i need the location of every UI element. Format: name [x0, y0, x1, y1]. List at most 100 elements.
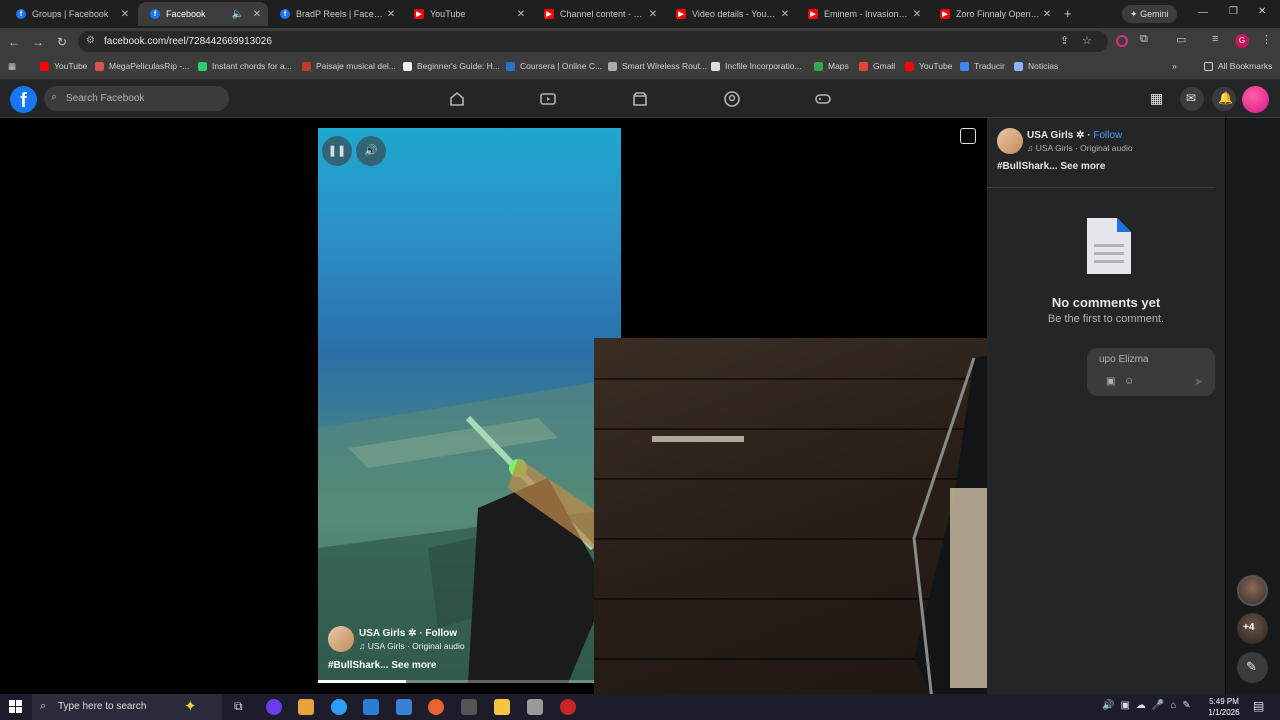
tab-youtube[interactable]: ▶ YouTube ✕	[402, 2, 532, 26]
gaming-icon[interactable]	[814, 90, 832, 108]
forward-icon[interactable]: →	[30, 34, 46, 50]
close-icon[interactable]: ✕	[778, 9, 792, 20]
profile-avatar[interactable]	[1242, 86, 1269, 113]
rail-avatar[interactable]	[1237, 575, 1268, 606]
mute-button[interactable]: 🔊	[356, 136, 386, 166]
install-icon[interactable]: ⇪	[1060, 34, 1069, 47]
menu-kebab-icon[interactable]: ⋮	[1261, 33, 1272, 46]
tab-eminem[interactable]: ▶ Eminem - Invasion (The ✕	[796, 2, 928, 26]
all-bookmarks[interactable]: All Bookmarks	[1204, 61, 1272, 71]
app-icon[interactable]	[461, 699, 477, 715]
tab-zoro[interactable]: ▶ Zoro Finnaly Opens His ✕	[928, 2, 1058, 26]
task-view-icon[interactable]: ⧉	[234, 699, 243, 714]
gemini-button[interactable]: ✦ Gemini	[1122, 5, 1177, 23]
tab-channel-content[interactable]: ▶ Channel content - YouT ✕	[532, 2, 664, 26]
author-name[interactable]: USA Girls	[359, 628, 405, 639]
bookmark-item[interactable]: Traducir	[960, 61, 1005, 71]
tab-video-details[interactable]: ▶ Video details - YouTub ✕	[664, 2, 796, 26]
windows-start-icon[interactable]	[9, 700, 23, 714]
bookmark-item[interactable]: Paisaje musical del...	[302, 61, 396, 71]
tab-facebook[interactable]: f Facebook 🔈 ✕	[138, 2, 268, 26]
send-icon[interactable]: ➤	[1194, 375, 1203, 388]
follow-button[interactable]: Follow	[425, 628, 457, 639]
close-window-button[interactable]: ✕	[1258, 6, 1266, 17]
video-icon[interactable]	[539, 90, 557, 108]
app-icon[interactable]	[298, 699, 314, 715]
restore-button[interactable]: ❐	[1229, 6, 1238, 17]
new-message-button[interactable]: ✎	[1237, 652, 1268, 683]
notification-center-icon[interactable]: ▤	[1253, 699, 1264, 713]
bookmark-item[interactable]: Gmail	[859, 61, 895, 71]
collapse-panel-icon[interactable]	[960, 128, 976, 144]
media-controls-icon[interactable]: ≡	[1212, 33, 1218, 45]
bookmark-item[interactable]: Coursera | Online C...	[506, 61, 602, 71]
reload-icon[interactable]: ↻	[54, 34, 70, 50]
file-explorer-icon[interactable]	[494, 699, 510, 715]
site-info-icon[interactable]: ⚙	[86, 35, 95, 46]
see-more-link[interactable]: See more	[1060, 161, 1105, 172]
messenger-button[interactable]: ✉	[1180, 87, 1204, 111]
back-icon[interactable]: ←	[6, 34, 22, 50]
cortana-icon[interactable]	[266, 699, 282, 715]
audio-label[interactable]: USA Girls · Original audio	[1036, 143, 1133, 153]
close-icon[interactable]: ✕	[1040, 9, 1054, 20]
bookmark-item[interactable]: YouTube	[905, 61, 952, 71]
clock[interactable]: 5:49 PM 1/1/2026	[1200, 696, 1248, 718]
sticker-icon[interactable]: ☺	[1124, 376, 1134, 387]
speaker-icon[interactable]: 🔈	[230, 9, 246, 20]
star-icon[interactable]: ☆	[1082, 34, 1092, 47]
chevron-right-icon[interactable]: »	[1172, 61, 1177, 71]
close-icon[interactable]: ✕	[250, 9, 264, 20]
audio-label[interactable]: USA Girls · Original audio	[368, 641, 465, 651]
see-more-link[interactable]: See more	[391, 660, 436, 671]
edge-icon[interactable]	[331, 699, 347, 715]
word-icon[interactable]	[363, 699, 379, 715]
tab-groups-facebook[interactable]: f Groups | Facebook ✕	[4, 2, 136, 26]
bookmark-item[interactable]: Incfile Incorporatio...	[711, 61, 802, 71]
bookmark-item[interactable]: MegaPeliculasRip -...	[95, 61, 189, 71]
tab-bradp-reels[interactable]: f BradP Reels | Facebook ✕	[268, 2, 402, 26]
close-icon[interactable]: ✕	[910, 9, 924, 20]
groups-icon[interactable]	[723, 90, 741, 108]
bookmark-item[interactable]: Smart Wireless Rout...	[608, 61, 707, 71]
pause-button[interactable]: ❚❚	[322, 136, 352, 166]
reel-progress-bar[interactable]	[318, 680, 621, 683]
side-panel-icon[interactable]: ▭	[1176, 33, 1186, 46]
bookmark-item[interactable]: Noticias	[1014, 61, 1058, 71]
extension-icon[interactable]	[1116, 35, 1128, 47]
new-tab-button[interactable]: +	[1064, 6, 1072, 21]
facebook-logo[interactable]: f	[10, 86, 37, 113]
author-name[interactable]: USA Girls	[1027, 130, 1073, 141]
gif-icon[interactable]: ▣	[1106, 376, 1115, 387]
app-icon[interactable]	[527, 699, 543, 715]
apps-grid-icon[interactable]: ▦	[8, 61, 16, 72]
close-icon[interactable]: ✕	[118, 9, 132, 20]
minimize-button[interactable]: —	[1198, 7, 1208, 18]
taskbar-search-input[interactable]: ⌕ Type here to search ✦	[32, 694, 222, 720]
firefox-icon[interactable]	[428, 699, 444, 715]
marketplace-icon[interactable]	[631, 90, 649, 108]
close-icon[interactable]: ✕	[514, 9, 528, 20]
extensions-puzzle-icon[interactable]: ⧉	[1140, 33, 1148, 46]
profile-avatar[interactable]: G	[1235, 34, 1249, 48]
close-icon[interactable]: ✕	[646, 9, 660, 20]
comment-input[interactable]: upo Elizma ▣ ☺ ➤	[1087, 348, 1215, 396]
address-bar[interactable]: ⚙ facebook.com/reel/728442669913026 ⇪ ☆	[78, 31, 1108, 52]
bookmark-item[interactable]: Instant chords for a...	[198, 61, 292, 71]
bookmark-item[interactable]: Beginner's Guide: H...	[403, 61, 500, 71]
app-icon[interactable]	[560, 699, 576, 715]
follow-button[interactable]: Follow	[1093, 130, 1122, 141]
rail-avatar-group[interactable]: +4	[1237, 613, 1268, 644]
bookmark-item[interactable]: YouTube	[40, 61, 87, 71]
mail-icon[interactable]	[396, 699, 412, 715]
notifications-button[interactable]: 🔔	[1212, 87, 1236, 111]
author-avatar[interactable]	[328, 626, 354, 652]
menu-grid-icon[interactable]: ▦	[1150, 90, 1163, 107]
bookmark-item[interactable]: Maps	[814, 61, 849, 71]
author-avatar[interactable]	[997, 128, 1023, 154]
search-input[interactable]: ⌕ Search Facebook	[44, 86, 229, 111]
system-tray-icons[interactable]: 🔊▣☁🎤⌂✎	[1102, 700, 1197, 711]
close-icon[interactable]: ✕	[384, 9, 398, 20]
home-icon[interactable]	[448, 90, 466, 108]
reel-video[interactable]: ❚❚ 🔊 USA Girls ✲ · Follow ♫ USA Girls · …	[318, 128, 621, 683]
